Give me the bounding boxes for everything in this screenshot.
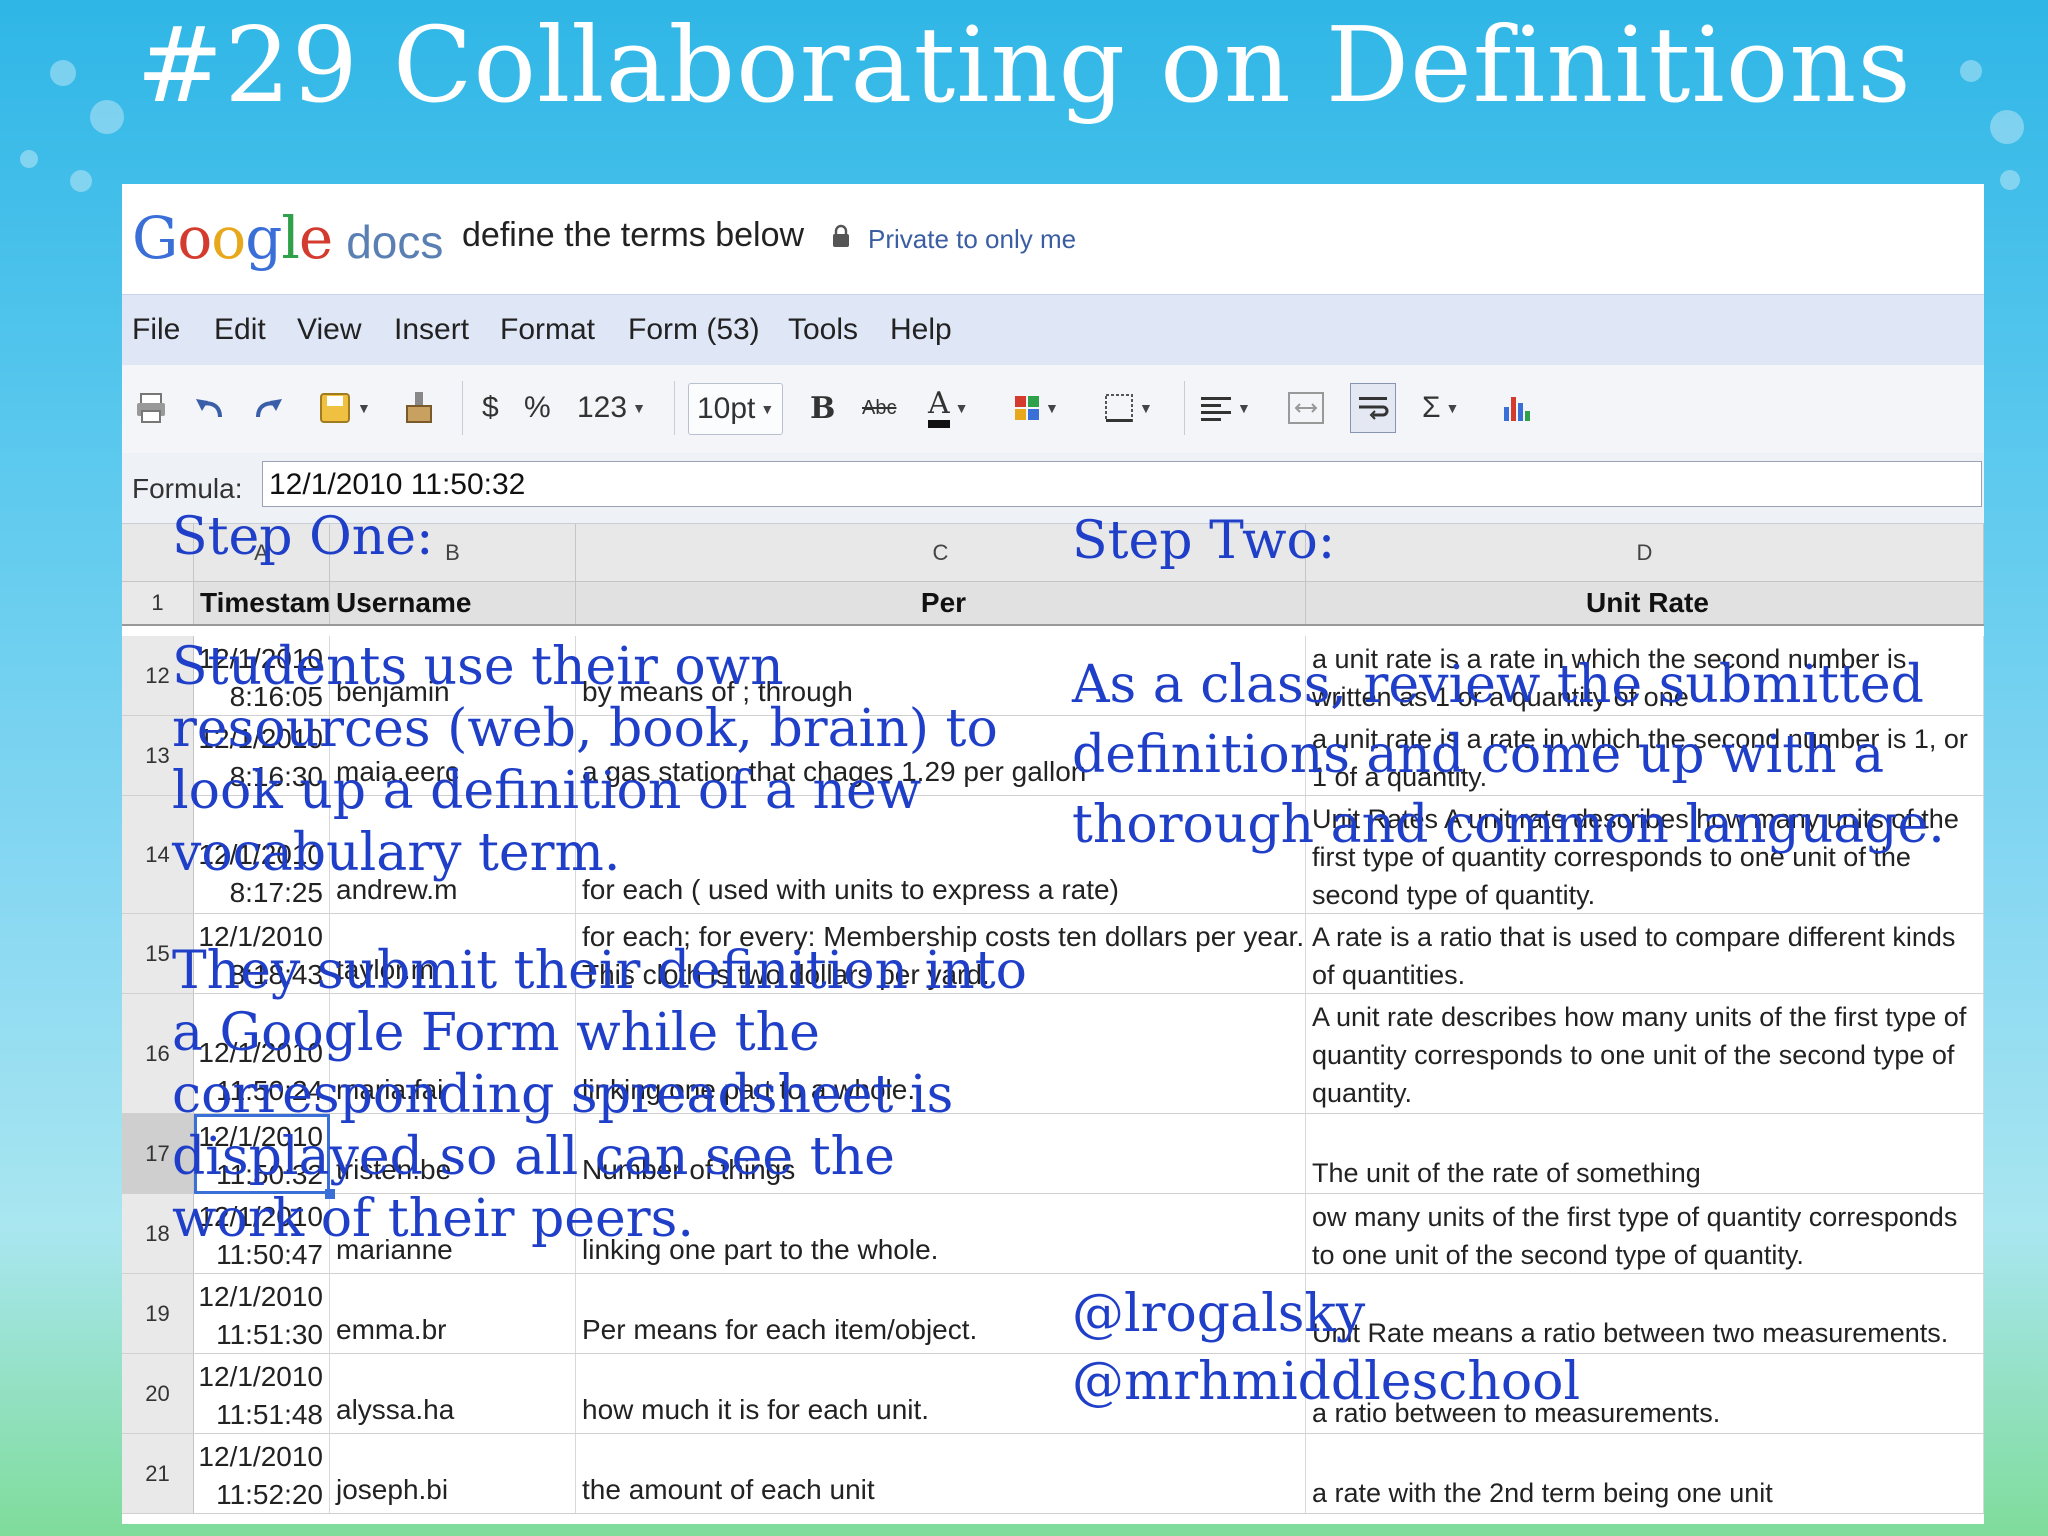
background-bubble [20, 150, 38, 168]
print-icon[interactable] [134, 383, 168, 433]
docs-header: Google docs define the terms below Privat… [122, 184, 1984, 294]
menu-edit[interactable]: Edit [214, 313, 266, 347]
row-number[interactable]: 19 [122, 1274, 194, 1353]
school-handle: @mrhmiddleschool [1072, 1352, 1581, 1412]
row-number[interactable]: 21 [122, 1434, 194, 1513]
author-handle: @lrogalsky [1072, 1284, 1366, 1344]
document-title[interactable]: define the terms below [462, 216, 804, 255]
font-size-value: 10pt [697, 392, 756, 425]
step-one-text-2: They submit their definition into a Goog… [172, 941, 1027, 1249]
bold-button[interactable]: B [810, 383, 835, 433]
google-docs-screenshot: Google docs define the terms below Privat… [122, 184, 1984, 1524]
number-format-label: 123 [577, 391, 628, 424]
functions-button[interactable]: Σ ▼ [1422, 383, 1459, 433]
cell-unit-rate[interactable]: The unit of the rate of something [1306, 1114, 1984, 1193]
toolbar: ▼ $ % 123 ▼ 10pt ▼ B Abc A ▼ ▼ ▼ ▼ Σ ▼ [122, 365, 1984, 454]
formula-input[interactable]: 12/1/2010 11:50:32 [262, 461, 1982, 507]
docs-logo-text: docs [346, 216, 444, 268]
menu-help[interactable]: Help [890, 313, 952, 347]
currency-format-button[interactable]: $ [482, 383, 499, 433]
fill-color-button[interactable]: ▼ [1014, 383, 1059, 433]
strikethrough-button[interactable]: Abc [862, 383, 896, 433]
fill-color-icon [1015, 396, 1039, 420]
cell-unit-rate[interactable]: a rate with the 2nd term being one unit [1306, 1434, 1984, 1513]
merge-cells-button[interactable] [1288, 383, 1324, 433]
redo-icon[interactable] [252, 383, 286, 433]
toolbar-separator [1184, 381, 1185, 435]
percent-format-button[interactable]: % [524, 383, 551, 433]
font-size-select[interactable]: 10pt ▼ [688, 383, 784, 435]
menu-form[interactable]: Form (53) [628, 313, 760, 347]
header-row: 1 Timestamp Username Per Unit Rate [122, 582, 1984, 626]
step-one-heading: Step One: [172, 507, 434, 567]
step-two-heading: Step Two: [1072, 511, 1336, 571]
step-two-text: As a class, review the submitted definit… [1072, 655, 1945, 855]
sum-icon: Σ [1422, 391, 1441, 424]
number-format-button[interactable]: 123 ▼ [577, 383, 646, 433]
toolbar-separator [674, 381, 675, 435]
cell-per[interactable]: the amount of each unit [576, 1434, 1306, 1513]
slide-title: #29 Collaborating on Definitions [136, 4, 1912, 126]
google-logo-text: Google [132, 204, 333, 272]
cell-unit-rate[interactable]: ow many units of the first type of quant… [1306, 1194, 1984, 1273]
formula-label: Formula: [132, 473, 243, 504]
menu-tools[interactable]: Tools [788, 313, 858, 347]
text-color-icon: A [928, 388, 950, 428]
cell-username[interactable]: emma.br [330, 1274, 576, 1353]
lock-icon [833, 224, 849, 247]
insert-chart-button[interactable] [1502, 383, 1534, 433]
chevron-down-icon: ▼ [760, 401, 775, 417]
cell-unit-rate[interactable]: A rate is a ratio that is used to compar… [1306, 914, 1984, 993]
menu-view[interactable]: View [297, 313, 361, 347]
header-cell-timestamp[interactable]: Timestamp [194, 582, 330, 624]
cell-timestamp[interactable]: 12/1/2010 11:51:30 [194, 1274, 330, 1353]
step-one-text: Students use their own resources (web, b… [172, 637, 998, 883]
align-left-icon [1201, 397, 1231, 421]
menu-file[interactable]: File [132, 313, 180, 347]
borders-icon [1105, 394, 1133, 422]
wrap-text-button[interactable] [1350, 383, 1396, 433]
toolbar-separator [462, 381, 463, 435]
chart-icon [1504, 397, 1530, 421]
table-row: 21 12/1/2010 11:52:20 joseph.bi the amou… [122, 1434, 1984, 1514]
wrap-text-icon [1359, 397, 1389, 420]
row-number[interactable]: 1 [122, 582, 194, 624]
align-button[interactable]: ▼ [1200, 383, 1251, 433]
borders-button[interactable]: ▼ [1104, 383, 1153, 433]
text-color-button[interactable]: A ▼ [928, 383, 969, 433]
cell-username[interactable]: alyssa.ha [330, 1354, 576, 1433]
chevron-down-icon: ▼ [632, 400, 646, 416]
menu-insert[interactable]: Insert [394, 313, 469, 347]
row-number[interactable]: 20 [122, 1354, 194, 1433]
save-menu-icon[interactable]: ▼ [318, 383, 371, 433]
menu-bar: File Edit View Insert Format Form (53) T… [122, 294, 1984, 366]
header-cell-per[interactable]: Per [576, 582, 1306, 624]
chevron-down-icon: ▼ [1445, 400, 1460, 416]
background-bubble [70, 170, 92, 192]
header-cell-username[interactable]: Username [330, 582, 576, 624]
undo-icon[interactable] [192, 383, 226, 433]
cell-timestamp[interactable]: 12/1/2010 11:51:48 [194, 1354, 330, 1433]
cell-unit-rate[interactable]: A unit rate describes how many units of … [1306, 994, 1984, 1113]
background-bubble [2000, 170, 2020, 190]
google-docs-logo[interactable]: Google docs [132, 204, 443, 272]
paint-format-icon[interactable] [404, 383, 434, 433]
header-cell-unit-rate[interactable]: Unit Rate [1306, 582, 1984, 624]
cell-timestamp[interactable]: 12/1/2010 11:52:20 [194, 1434, 330, 1513]
merge-cells-icon [1288, 392, 1324, 424]
cell-username[interactable]: joseph.bi [330, 1434, 576, 1513]
menu-format[interactable]: Format [500, 313, 595, 347]
privacy-status[interactable]: Private to only me [868, 224, 1076, 255]
